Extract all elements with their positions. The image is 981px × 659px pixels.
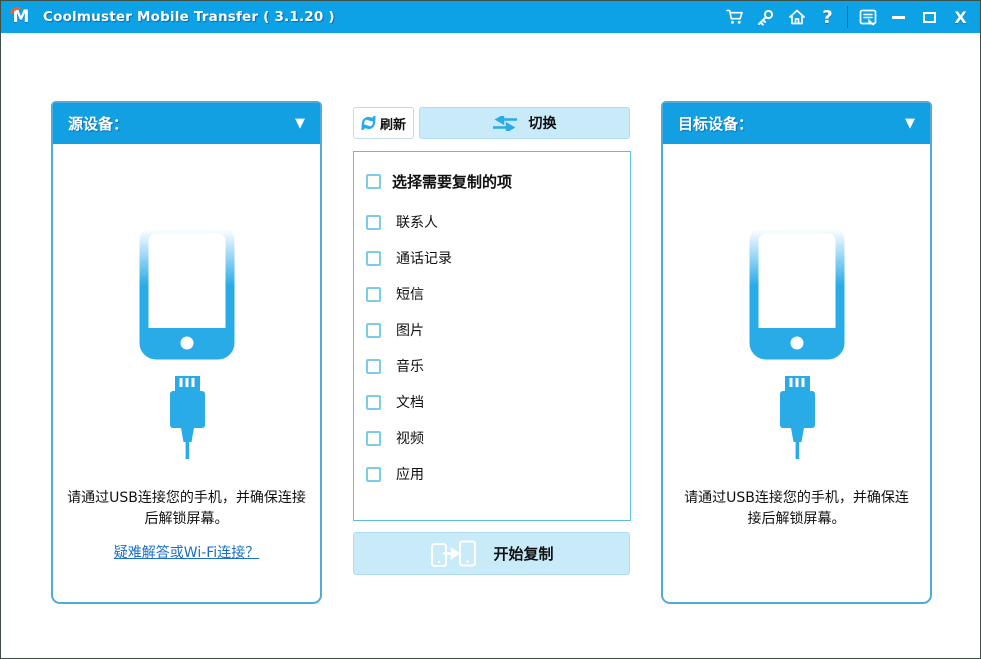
target-instruction: 请通过USB连接您的手机，并确保连接后解锁屏幕。 xyxy=(681,488,913,530)
copy-option-row[interactable]: 文档 xyxy=(366,384,618,420)
target-device-label: 目标设备： xyxy=(678,113,753,134)
copy-option-row[interactable]: 短信 xyxy=(366,276,618,312)
copy-option-row[interactable]: 图片 xyxy=(366,312,618,348)
target-device-header[interactable]: 目标设备： ▼ xyxy=(663,103,930,144)
source-instruction: 请通过USB连接您的手机，并确保连接后解锁屏幕。 xyxy=(61,488,313,530)
refresh-label: 刷新 xyxy=(380,114,406,133)
copy-option-checkbox[interactable] xyxy=(366,467,381,482)
start-copy-button[interactable]: 开始复制 xyxy=(353,532,630,575)
copy-option-label: 音乐 xyxy=(396,356,424,376)
help-icon: ? xyxy=(822,7,832,28)
copy-option-label: 图片 xyxy=(396,320,424,340)
target-panel-body: 请通过USB连接您的手机，并确保连接后解锁屏幕。 xyxy=(663,144,930,604)
source-device-label: 源设备： xyxy=(68,113,128,134)
select-all-row[interactable]: 选择需要复制的项 xyxy=(366,165,618,197)
copy-option-checkbox[interactable] xyxy=(366,395,381,410)
minimize-button[interactable] xyxy=(883,1,914,33)
copy-option-row[interactable]: 联系人 xyxy=(366,204,618,240)
copy-option-row[interactable]: 通话记录 xyxy=(366,240,618,276)
help-button[interactable]: ? xyxy=(812,1,843,33)
refresh-icon xyxy=(361,116,376,130)
titlebar-divider xyxy=(847,6,848,28)
copy-option-checkbox[interactable] xyxy=(366,251,381,266)
maximize-button[interactable] xyxy=(914,1,945,33)
home-icon xyxy=(788,9,806,25)
source-device-panel: 源设备： ▼ 请通过USB连接您的手机，并确保连接后解锁屏幕。 疑难解答或Wi-… xyxy=(51,101,322,604)
titlebar-buttons: ? X xyxy=(719,1,980,33)
copy-option-checkbox[interactable] xyxy=(366,359,381,374)
source-link-wrap: 疑难解答或Wi-Fi连接？ xyxy=(53,542,320,562)
key-icon xyxy=(757,9,774,26)
minimize-icon xyxy=(892,16,905,19)
swap-arrows-icon xyxy=(493,116,517,131)
chevron-down-icon[interactable]: ▼ xyxy=(905,116,915,131)
copy-option-label: 应用 xyxy=(396,464,424,484)
source-device-header[interactable]: 源设备： ▼ xyxy=(53,103,320,144)
copy-option-label: 通话记录 xyxy=(396,248,452,268)
phone-usb-icon xyxy=(137,224,237,460)
copy-option-label: 视频 xyxy=(396,428,424,448)
switch-button[interactable]: 切换 xyxy=(419,107,630,139)
switch-label: 切换 xyxy=(529,113,557,133)
close-button[interactable]: X xyxy=(945,1,976,33)
maximize-icon xyxy=(923,12,936,23)
phone-usb-icon xyxy=(747,224,847,460)
copy-option-row[interactable]: 音乐 xyxy=(366,348,618,384)
refresh-button[interactable]: 刷新 xyxy=(353,107,414,139)
select-all-checkbox[interactable] xyxy=(366,174,381,189)
copy-option-label: 短信 xyxy=(396,284,424,304)
feedback-button[interactable] xyxy=(852,1,883,33)
feedback-icon xyxy=(859,9,877,26)
app-logo-icon: M xyxy=(10,6,32,28)
window-title: Coolmuster Mobile Transfer ( 3.1.20 ) xyxy=(43,9,335,25)
titlebar: M Coolmuster Mobile Transfer ( 3.1.20 ) … xyxy=(1,1,980,33)
copy-option-label: 联系人 xyxy=(396,212,438,232)
copy-option-checkbox[interactable] xyxy=(366,431,381,446)
cart-icon xyxy=(726,9,744,25)
home-button[interactable] xyxy=(781,1,812,33)
chevron-down-icon[interactable]: ▼ xyxy=(295,116,305,131)
store-button[interactable] xyxy=(719,1,750,33)
register-button[interactable] xyxy=(750,1,781,33)
copy-option-checkbox[interactable] xyxy=(366,287,381,302)
troubleshoot-wifi-link[interactable]: 疑难解答或Wi-Fi连接？ xyxy=(114,545,259,561)
copy-option-checkbox[interactable] xyxy=(366,215,381,230)
copy-option-checkbox[interactable] xyxy=(366,323,381,338)
close-icon: X xyxy=(954,8,966,27)
start-copy-label: 开始复制 xyxy=(493,543,553,564)
copy-options-list: 联系人通话记录短信图片音乐文档视频应用 xyxy=(366,204,618,492)
copy-option-row[interactable]: 视频 xyxy=(366,420,618,456)
source-panel-body: 请通过USB连接您的手机，并确保连接后解锁屏幕。 疑难解答或Wi-Fi连接？ xyxy=(53,144,320,604)
copy-option-row[interactable]: 应用 xyxy=(366,456,618,492)
copy-options-box: 选择需要复制的项 联系人通话记录短信图片音乐文档视频应用 xyxy=(353,151,631,521)
app-window: { "titlebar": { "title": "Coolmuster Mob… xyxy=(0,0,981,659)
copy-option-label: 文档 xyxy=(396,392,424,412)
select-all-label: 选择需要复制的项 xyxy=(392,171,512,192)
phone-transfer-icon xyxy=(429,540,477,568)
target-device-panel: 目标设备： ▼ 请通过USB连接您的手机，并确保连接后解锁屏幕。 xyxy=(661,101,932,604)
